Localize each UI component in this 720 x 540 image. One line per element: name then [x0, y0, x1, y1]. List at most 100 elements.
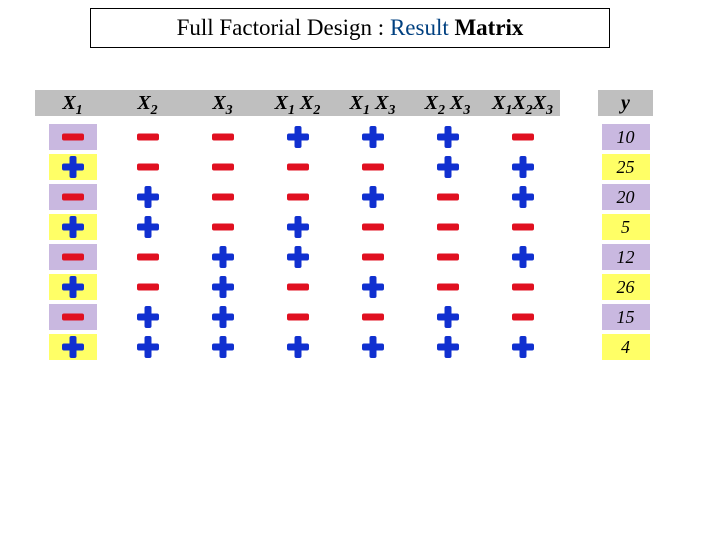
plus-icon	[285, 246, 311, 268]
title-result: Result	[390, 15, 455, 40]
minus-icon	[360, 246, 386, 268]
plus-icon	[285, 216, 311, 238]
sign-cell	[49, 274, 97, 300]
sign-cell	[424, 334, 472, 360]
sign-cell	[274, 214, 322, 240]
minus-icon	[360, 216, 386, 238]
sign-cell	[424, 154, 472, 180]
sign-cell	[349, 184, 397, 210]
minus-icon	[135, 126, 161, 148]
sign-cell	[499, 154, 547, 180]
sign-cell	[499, 244, 547, 270]
sign-cell	[199, 214, 247, 240]
sign-cell	[274, 154, 322, 180]
minus-icon	[510, 276, 536, 298]
plus-icon	[285, 336, 311, 358]
sign-cell	[499, 124, 547, 150]
sign-cell	[124, 274, 172, 300]
sign-cell	[349, 334, 397, 360]
minus-icon	[210, 186, 236, 208]
sign-cell	[49, 154, 97, 180]
minus-icon	[60, 246, 86, 268]
y-value: 5	[602, 214, 650, 240]
minus-icon	[135, 156, 161, 178]
plus-icon	[60, 336, 86, 358]
title-matrix: Matrix	[454, 15, 523, 40]
matrix-col: X2	[110, 90, 185, 362]
minus-icon	[135, 276, 161, 298]
sign-cell	[424, 244, 472, 270]
sign-cell	[424, 304, 472, 330]
sign-cell	[199, 124, 247, 150]
minus-icon	[435, 246, 461, 268]
matrix-col: X1 X2	[260, 90, 335, 362]
y-header: y	[598, 90, 653, 116]
plus-icon	[510, 246, 536, 268]
column-header: X1 X2	[260, 90, 335, 116]
plus-icon	[210, 336, 236, 358]
sign-cell	[349, 154, 397, 180]
plus-icon	[360, 186, 386, 208]
matrix-col: X2 X3	[410, 90, 485, 362]
sign-cell	[49, 124, 97, 150]
sign-cell	[49, 304, 97, 330]
sign-cell	[499, 334, 547, 360]
y-value: 25	[602, 154, 650, 180]
column-header: X1	[35, 90, 110, 116]
matrix-col: X1X2X3	[485, 90, 560, 362]
matrix-col: X1 X3	[335, 90, 410, 362]
sign-cell	[499, 304, 547, 330]
y-column: y10252051226154	[598, 90, 653, 362]
sign-cell	[199, 184, 247, 210]
minus-icon	[210, 216, 236, 238]
sign-cell	[124, 304, 172, 330]
plus-icon	[285, 126, 311, 148]
minus-icon	[435, 276, 461, 298]
sign-cell	[424, 124, 472, 150]
plus-icon	[360, 336, 386, 358]
result-matrix: X1X2X3X1 X2X1 X3X2 X3X1X2X3y102520512261…	[35, 90, 653, 362]
plus-icon	[135, 336, 161, 358]
minus-icon	[510, 306, 536, 328]
minus-icon	[210, 156, 236, 178]
minus-icon	[60, 126, 86, 148]
minus-icon	[285, 276, 311, 298]
minus-icon	[510, 126, 536, 148]
sign-cell	[424, 184, 472, 210]
sign-cell	[499, 184, 547, 210]
sign-cell	[274, 304, 322, 330]
sign-cell	[199, 244, 247, 270]
sign-cell	[49, 334, 97, 360]
sign-cell	[349, 304, 397, 330]
y-value: 10	[602, 124, 650, 150]
matrix-col: X1	[35, 90, 110, 362]
sign-cell	[124, 244, 172, 270]
minus-icon	[285, 186, 311, 208]
plus-icon	[435, 126, 461, 148]
sign-cell	[349, 124, 397, 150]
sign-cell	[199, 154, 247, 180]
y-value: 20	[602, 184, 650, 210]
plus-icon	[510, 336, 536, 358]
sign-cell	[274, 274, 322, 300]
plus-icon	[360, 276, 386, 298]
matrix-col: X3	[185, 90, 260, 362]
plus-icon	[435, 156, 461, 178]
minus-icon	[435, 186, 461, 208]
sign-cell	[349, 214, 397, 240]
y-value: 4	[602, 334, 650, 360]
title-box: Full Factorial Design : Result Matrix	[90, 8, 610, 48]
column-header: X1X2X3	[485, 90, 560, 116]
minus-icon	[360, 156, 386, 178]
minus-icon	[60, 306, 86, 328]
sign-cell	[349, 274, 397, 300]
sign-cell	[424, 274, 472, 300]
column-header: X2	[110, 90, 185, 116]
plus-icon	[210, 306, 236, 328]
sign-cell	[499, 274, 547, 300]
minus-icon	[285, 156, 311, 178]
minus-icon	[510, 216, 536, 238]
column-header: X3	[185, 90, 260, 116]
plus-icon	[435, 336, 461, 358]
sign-cell	[199, 304, 247, 330]
